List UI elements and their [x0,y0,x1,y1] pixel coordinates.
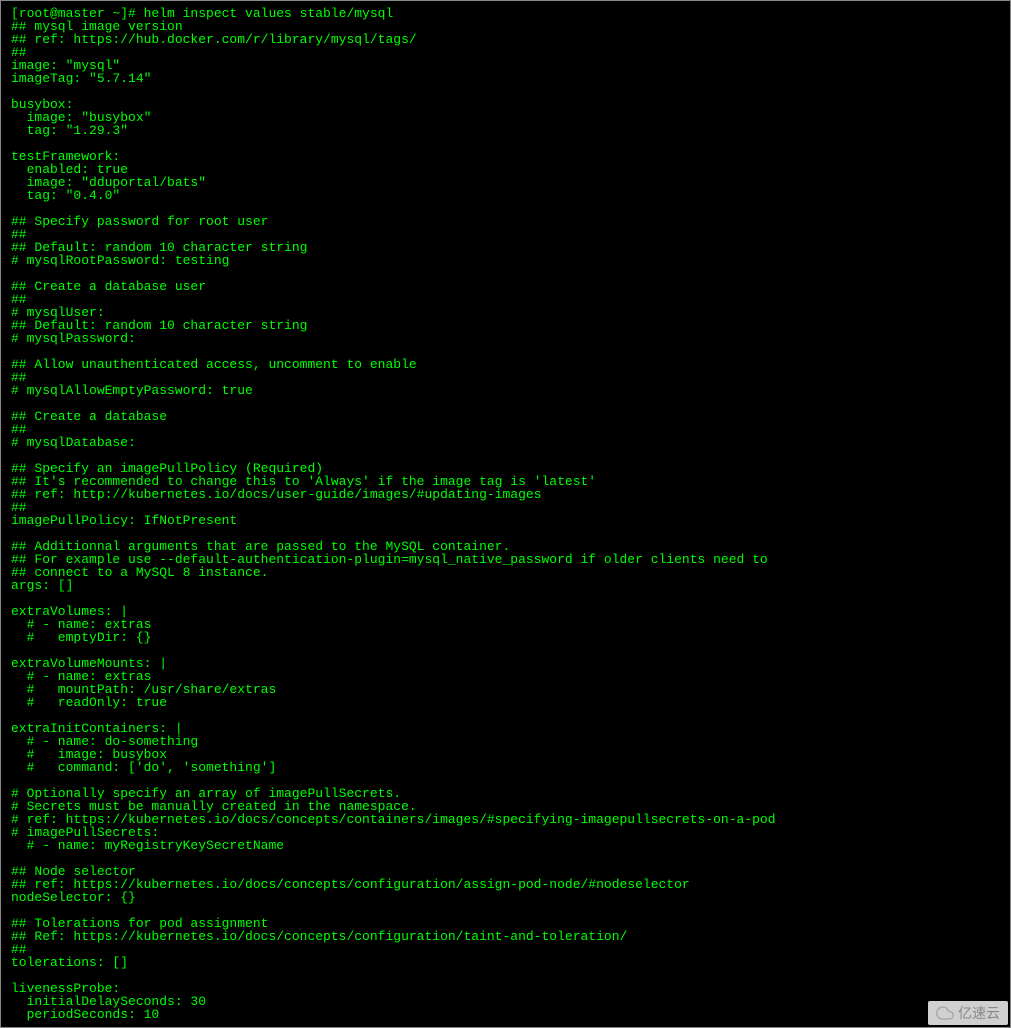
terminal-line: testFramework: [11,150,1000,163]
terminal-line: tag: "1.29.3" [11,124,1000,137]
terminal-line: args: [] [11,579,1000,592]
terminal-line: # mysqlDatabase: [11,436,1000,449]
cloud-icon [936,1004,954,1022]
terminal-line [11,852,1000,865]
terminal-line: ## ref: https://hub.docker.com/r/library… [11,33,1000,46]
terminal-line: nodeSelector: {} [11,891,1000,904]
terminal-line: # - name: extras [11,618,1000,631]
terminal-line: busybox: [11,98,1000,111]
terminal-line: ## [11,293,1000,306]
terminal-line: # command: ['do', 'something'] [11,761,1000,774]
terminal-line: # - name: myRegistryKeySecretName [11,839,1000,852]
terminal-line: ## Create a database [11,410,1000,423]
terminal-line: initialDelaySeconds: 30 [11,995,1000,1008]
terminal-line: ## ref: https://kubernetes.io/docs/conce… [11,878,1000,891]
terminal-line [11,85,1000,98]
terminal-line: ## ref: http://kubernetes.io/docs/user-g… [11,488,1000,501]
terminal-line: image: "dduportal/bats" [11,176,1000,189]
terminal-line: # ref: https://kubernetes.io/docs/concep… [11,813,1000,826]
terminal-line: extraVolumeMounts: | [11,657,1000,670]
terminal-line: # mysqlRootPassword: testing [11,254,1000,267]
terminal-line: tolerations: [] [11,956,1000,969]
terminal-line: # mysqlAllowEmptyPassword: true [11,384,1000,397]
terminal-line: ## Ref: https://kubernetes.io/docs/conce… [11,930,1000,943]
terminal-line: ## Create a database user [11,280,1000,293]
terminal-line [11,137,1000,150]
terminal-line: ## Allow unauthenticated access, uncomme… [11,358,1000,371]
terminal-line: image: "busybox" [11,111,1000,124]
terminal-line: ## [11,423,1000,436]
terminal-line: # mysqlPassword: [11,332,1000,345]
terminal-line: ## [11,943,1000,956]
terminal-line: ## Default: random 10 character string [11,319,1000,332]
terminal-line [11,969,1000,982]
terminal-line: imagePullPolicy: IfNotPresent [11,514,1000,527]
terminal-line: imageTag: "5.7.14" [11,72,1000,85]
terminal-line: periodSeconds: 10 [11,1008,1000,1021]
terminal-line: ## [11,46,1000,59]
terminal-line: ## connect to a MySQL 8 instance. [11,566,1000,579]
terminal-window[interactable]: [root@master ~]# helm inspect values sta… [0,0,1011,1028]
terminal-line: image: "mysql" [11,59,1000,72]
watermark-text: 亿速云 [958,1007,1000,1020]
terminal-line: extraVolumes: | [11,605,1000,618]
terminal-line: tag: "0.4.0" [11,189,1000,202]
terminal-output: [root@master ~]# helm inspect values sta… [11,7,1000,1021]
terminal-line: # readOnly: true [11,696,1000,709]
terminal-line [11,592,1000,605]
terminal-line: # emptyDir: {} [11,631,1000,644]
terminal-line: ## Specify password for root user [11,215,1000,228]
watermark-badge: 亿速云 [928,1001,1008,1025]
